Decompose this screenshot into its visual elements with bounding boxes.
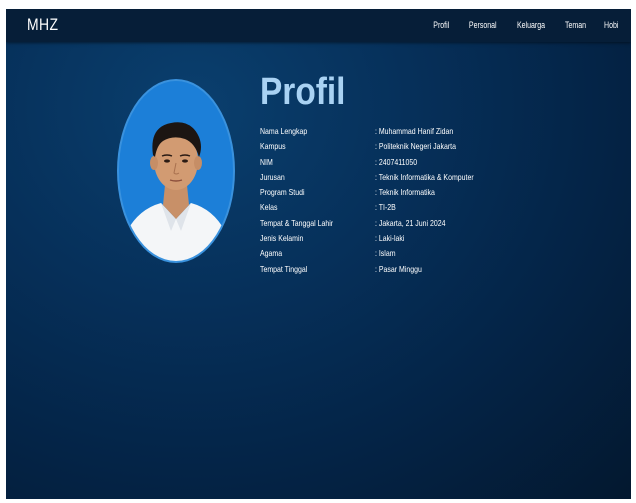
profile-photo <box>117 79 235 263</box>
nav-links: Profil Personal Keluarga Teman Hobi <box>418 20 621 30</box>
info-value: : Jakarta, 21 Juni 2024 <box>375 217 446 228</box>
info-row-nim: NIM : 2407411050 <box>260 157 580 172</box>
info-label: Kelas <box>260 202 278 213</box>
info-row-jurusan: Jurusan : Teknik Informatika & Komputer <box>260 172 580 187</box>
info-value: : Laki-laki <box>375 233 405 244</box>
navbar: MHZ Profil Personal Keluarga Teman Hobi <box>6 9 631 42</box>
info-row-nama: Nama Lengkap : Muhammad Hanif Zidan <box>260 126 580 141</box>
info-row-alamat: Tempat Tinggal : Pasar Minggu <box>260 264 580 279</box>
info-value: : TI-2B <box>375 202 396 213</box>
info-value: : Pasar Minggu <box>375 263 422 274</box>
info-label: Nama Lengkap <box>260 126 308 136</box>
nav-link-personal[interactable]: Personal <box>469 20 497 30</box>
info-label: Jurusan <box>260 171 285 182</box>
info-label: Agama <box>260 248 283 259</box>
nav-link-teman[interactable]: Teman <box>565 20 586 30</box>
info-value: : Muhammad Hanif Zidan <box>375 126 454 136</box>
info-value: : Teknik Informatika <box>375 187 435 198</box>
page-title: Profil <box>260 71 346 113</box>
nav-link-hobi[interactable]: Hobi <box>605 20 619 30</box>
info-label: Tempat & Tanggal Lahir <box>260 217 334 228</box>
brand-logo[interactable]: MHZ <box>27 15 58 35</box>
page-frame: MHZ Profil Personal Keluarga Teman Hobi <box>6 9 631 499</box>
nav-link-profil[interactable]: Profil <box>434 20 450 30</box>
info-label: Jenis Kelamin <box>260 233 304 244</box>
info-value: : Islam <box>375 248 396 259</box>
info-row-kampus: Kampus : Politeknik Negeri Jakarta <box>260 141 580 156</box>
info-row-agama: Agama : Islam <box>260 248 580 263</box>
info-label: Program Studi <box>260 187 305 198</box>
info-label: Tempat Tinggal <box>260 263 308 274</box>
info-value: : Politeknik Negeri Jakarta <box>375 141 456 152</box>
profile-info-table: Nama Lengkap : Muhammad Hanif Zidan Kamp… <box>260 126 580 279</box>
nav-link-keluarga[interactable]: Keluarga <box>517 20 545 30</box>
info-row-ttl: Tempat & Tanggal Lahir : Jakarta, 21 Jun… <box>260 218 580 233</box>
info-row-prodi: Program Studi : Teknik Informatika <box>260 187 580 202</box>
person-portrait-icon <box>123 122 229 261</box>
info-label: Kampus <box>260 141 286 152</box>
info-row-kelas: Kelas : TI-2B <box>260 202 580 217</box>
info-value: : Teknik Informatika & Komputer <box>375 171 474 182</box>
info-value: : 2407411050 <box>375 156 418 167</box>
info-label: NIM <box>260 156 273 167</box>
info-row-gender: Jenis Kelamin : Laki-laki <box>260 233 580 248</box>
